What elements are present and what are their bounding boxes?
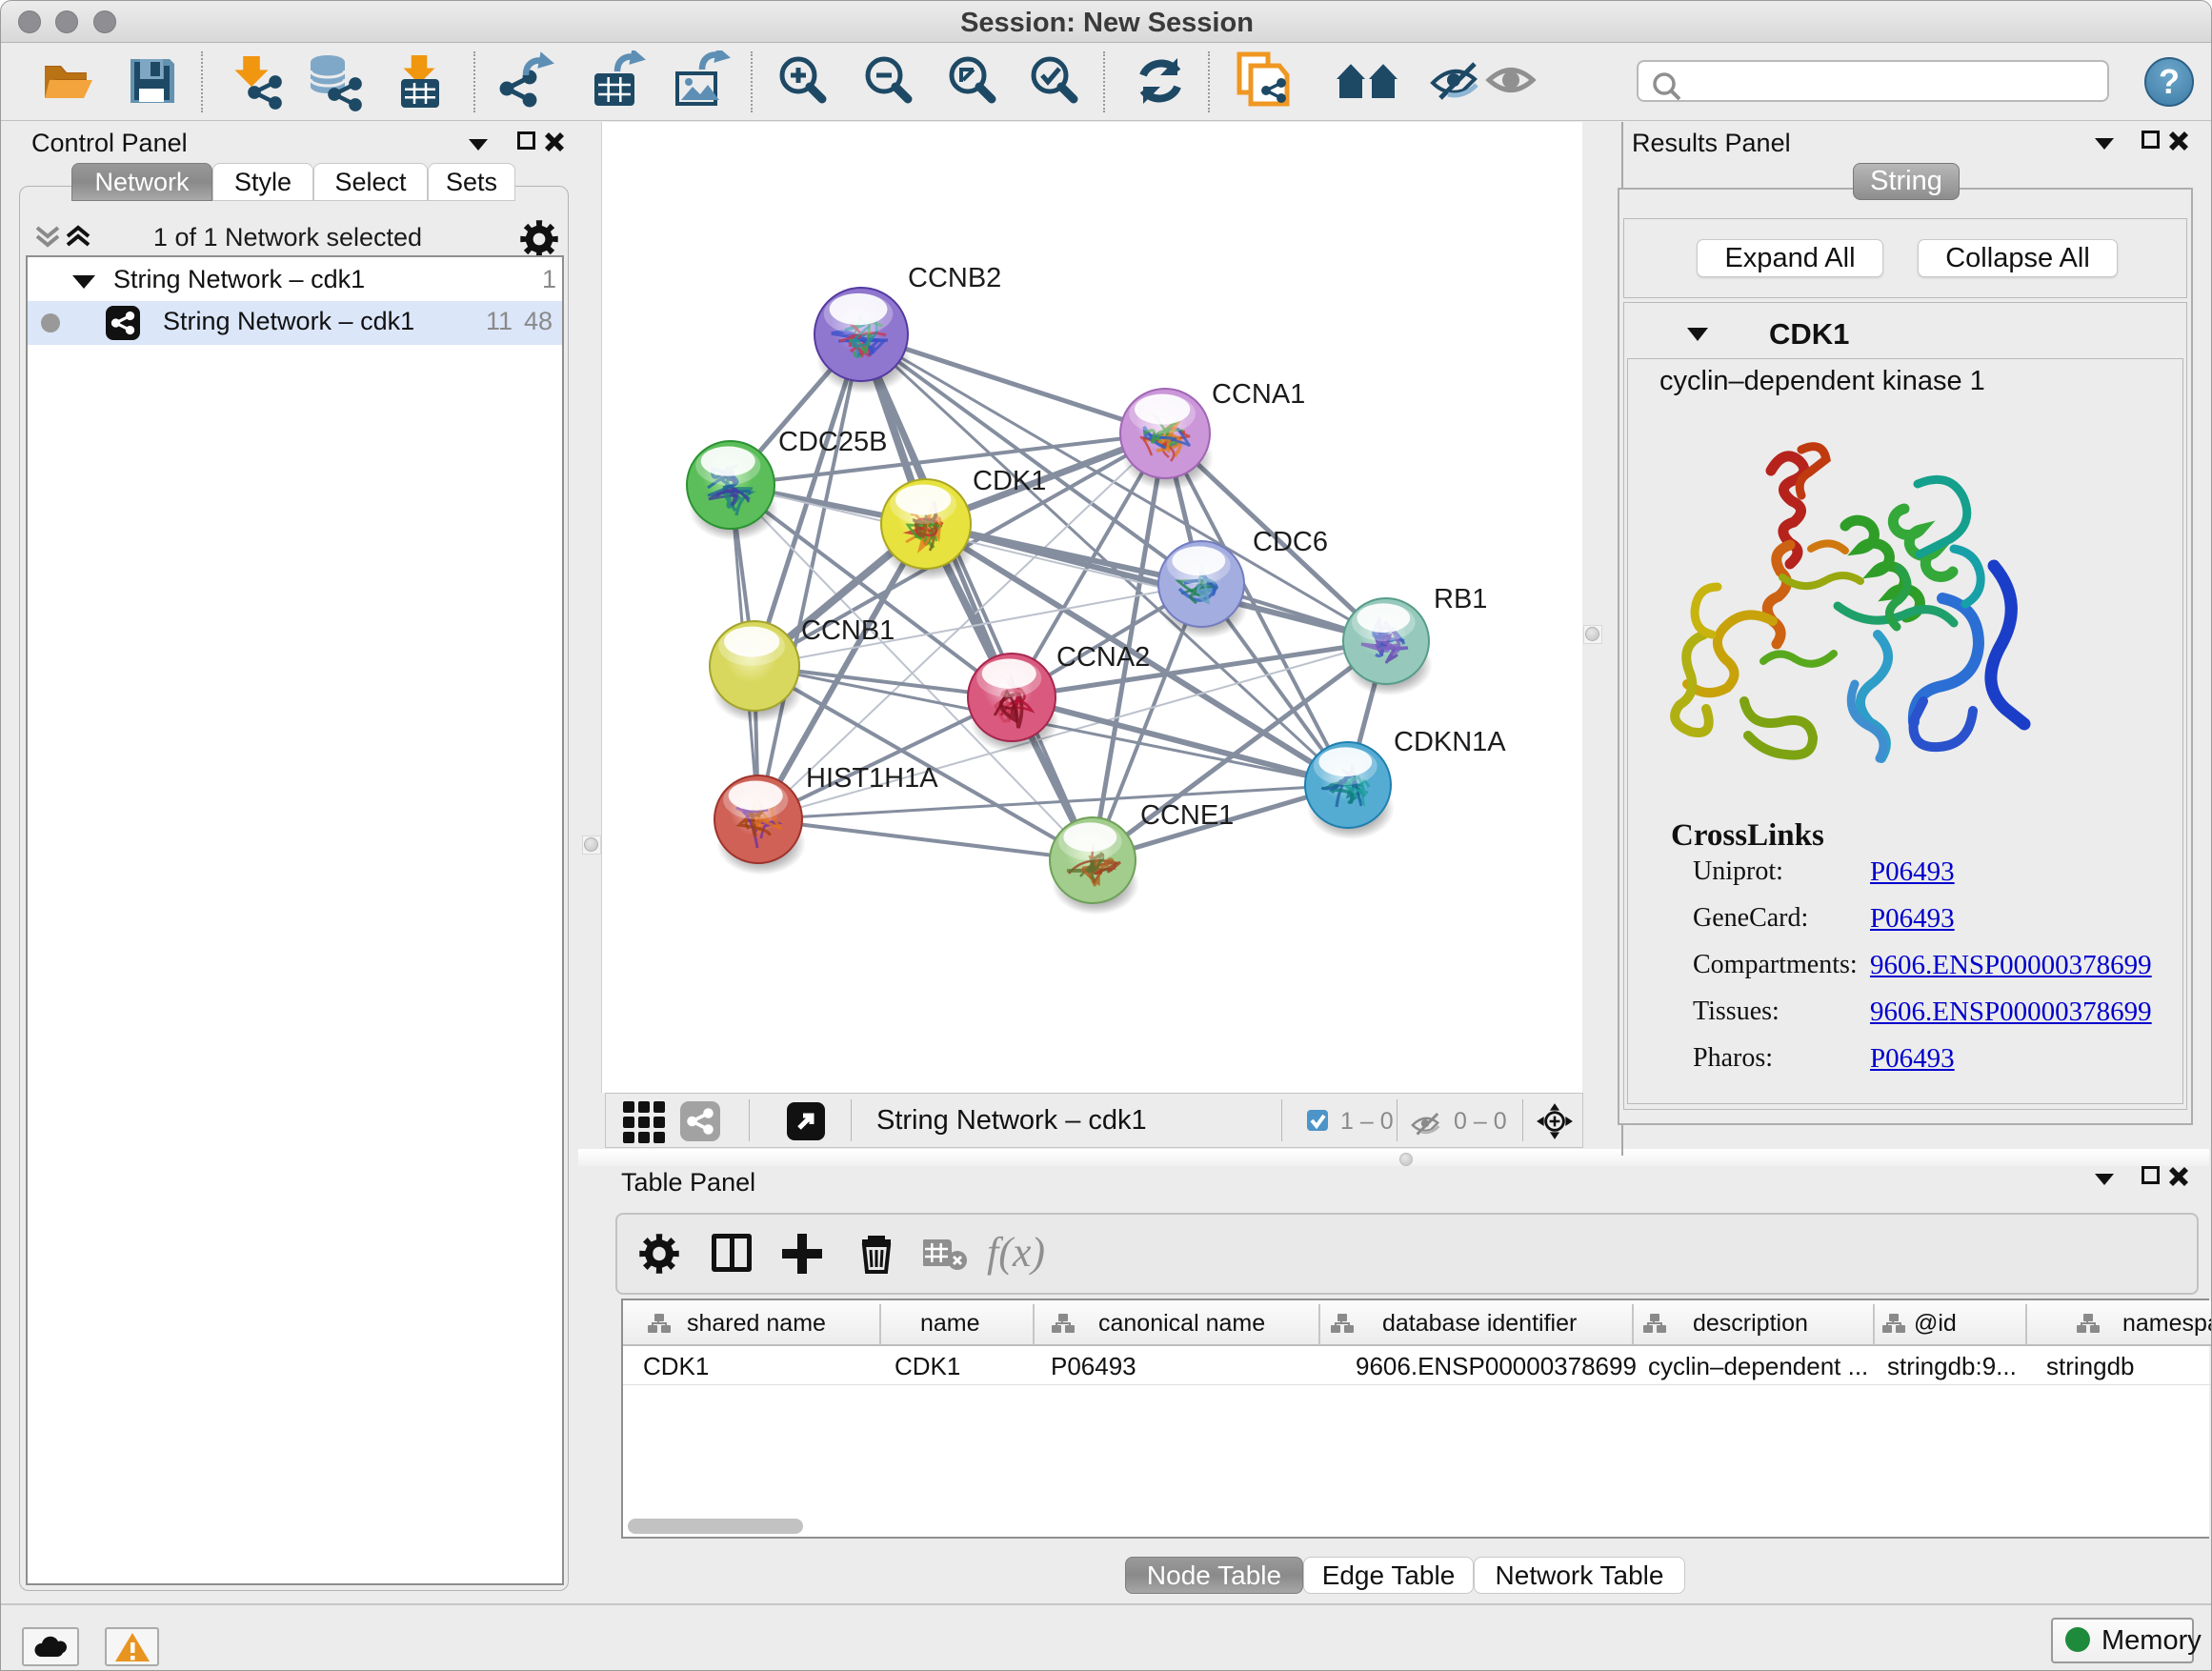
svg-text:RB1: RB1 <box>1434 584 1487 614</box>
svg-text:CDK1: CDK1 <box>973 466 1046 496</box>
svg-text:CCNB1: CCNB1 <box>801 615 895 646</box>
svg-text:CCNA1: CCNA1 <box>1212 379 1305 410</box>
svg-text:CDC25B: CDC25B <box>778 427 887 457</box>
svg-text:CDKN1A: CDKN1A <box>1394 727 1506 757</box>
svg-text:CCNE1: CCNE1 <box>1140 800 1234 831</box>
svg-text:CCNA2: CCNA2 <box>1056 642 1150 673</box>
svg-text:HIST1H1A: HIST1H1A <box>806 763 938 794</box>
svg-text:CDC6: CDC6 <box>1253 527 1328 557</box>
svg-text:CCNB2: CCNB2 <box>908 263 1001 293</box>
